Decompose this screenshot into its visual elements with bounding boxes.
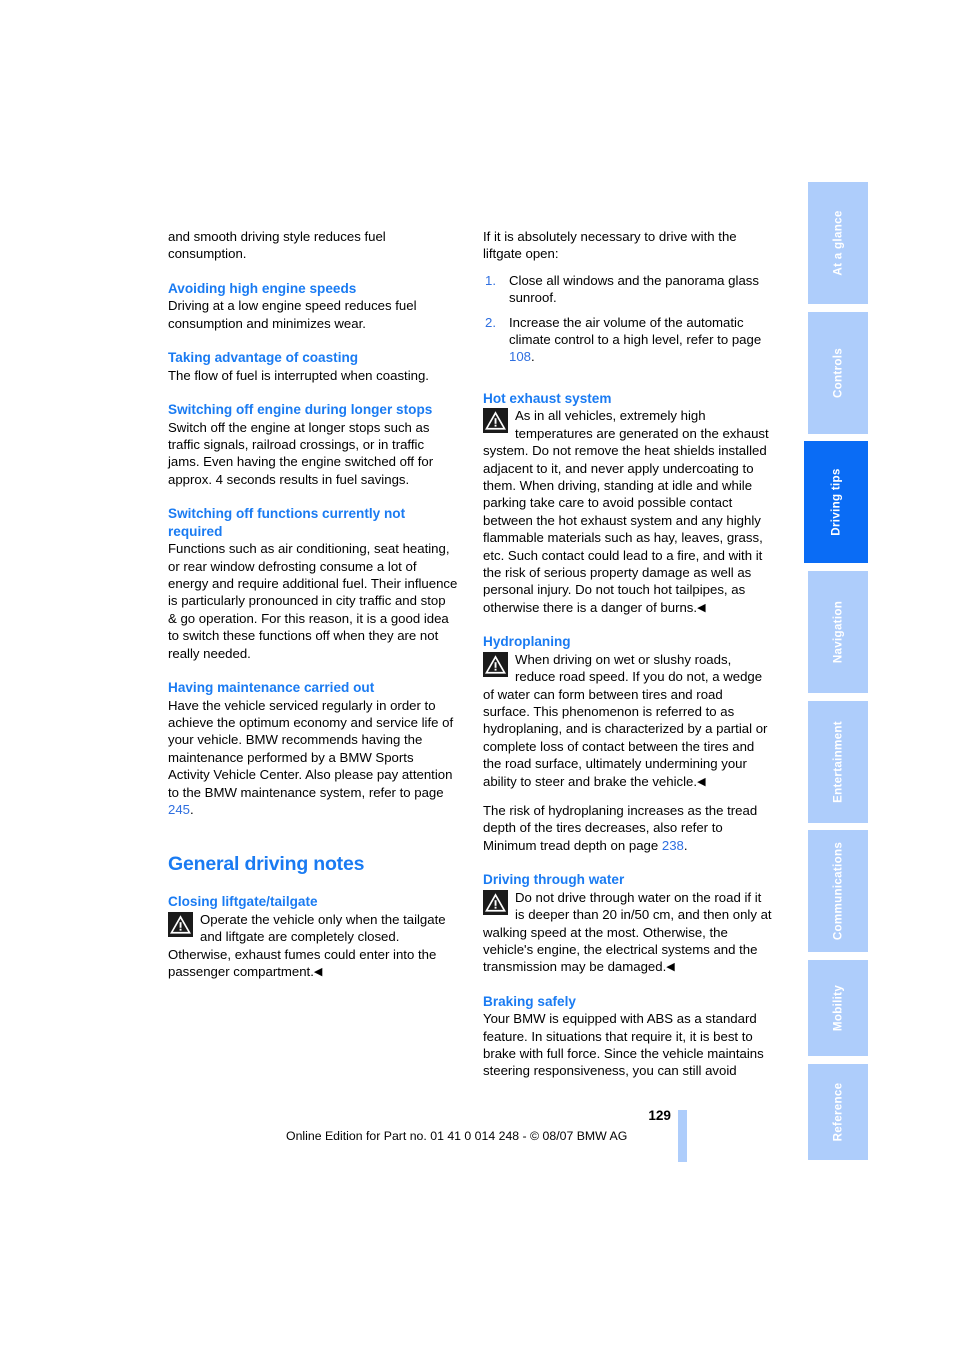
warning-end-mark: ◀: [697, 775, 706, 788]
body-having-maintenance-carried-out: Have the vehicle serviced regularly in o…: [168, 697, 458, 819]
page-footer: 129 Online Edition for Part no. 01 41 0 …: [0, 1108, 954, 1168]
left-text-column: and smooth driving style reduces fuel co…: [168, 228, 458, 980]
hydroplaning-followup-before-ref: The risk of hydroplaning increases as th…: [483, 802, 758, 853]
body-hydroplaning-followup: The risk of hydroplaning increases as th…: [483, 802, 773, 854]
heading-avoiding-high-engine-speeds: Avoiding high engine speeds: [168, 280, 357, 296]
step-number: 1.: [485, 272, 496, 288]
page-reference-238[interactable]: 238: [662, 838, 684, 853]
body-switching-off-functions-currently-not-required: Functions such as air conditioning, seat…: [168, 541, 458, 661]
register-tab-label: Controls: [831, 347, 845, 398]
register-tab-label: Communications: [831, 842, 845, 941]
body-braking-safely: Your BMW is equipped with ABS as a stand…: [483, 1011, 764, 1079]
maintenance-text-after-ref: .: [190, 801, 194, 817]
warning-text-hydroplaning: When driving on wet or slushy roads, red…: [483, 651, 768, 789]
register-tab-label: At a glance: [831, 210, 845, 276]
heading-hydroplaning: Hydroplaning: [483, 634, 571, 650]
maintenance-text-before-ref: Have the vehicle serviced regularly in o…: [168, 697, 454, 800]
register-tab-navigation[interactable]: Navigation: [808, 571, 868, 694]
warning-closing-liftgate-tailgate: Operate the vehicle only when the tailga…: [168, 911, 458, 981]
register-tab-entertainment[interactable]: Entertainment: [808, 700, 868, 823]
warning-end-mark: ◀: [697, 601, 706, 614]
step-text-after-ref: .: [531, 349, 535, 365]
step-text: Close all windows and the panorama glass…: [509, 272, 759, 306]
register-tab-strip: At a glance Controls Driving tips Navigatio…: [804, 182, 868, 1164]
register-tab-label: Mobility: [831, 985, 845, 1032]
warning-text-driving-through-water: Do not drive through water on the road i…: [483, 889, 772, 975]
warning-triangle-icon: [168, 911, 193, 937]
register-tab-label: Driving tips: [829, 468, 843, 537]
register-tab-label: Entertainment: [831, 720, 845, 803]
register-tab-label: Navigation: [831, 600, 845, 664]
warning-driving-through-water: Do not drive through water on the road i…: [483, 889, 773, 976]
warning-end-mark: ◀: [313, 966, 323, 979]
page-number: 129: [648, 1108, 671, 1123]
heading-having-maintenance-carried-out: Having maintenance carried out: [168, 680, 375, 695]
heading-closing-liftgate-tailgate: Closing liftgate/tailgate: [168, 894, 318, 910]
body-taking-advantage-of-coasting: The flow of fuel is interrupted when coa…: [168, 367, 429, 383]
heading-braking-safely: Braking safely: [483, 993, 576, 1009]
page-reference-245[interactable]: 245: [168, 802, 190, 817]
warning-hydroplaning: When driving on wet or slushy roads, red…: [483, 651, 773, 790]
warning-triangle-icon: [483, 651, 508, 677]
step-text: Increase the air volume of the automatic…: [509, 314, 762, 348]
warning-text-hot-exhaust: As in all vehicles, extremely high tempe…: [483, 408, 769, 615]
warning-hot-exhaust-system: As in all vehicles, extremely high tempe…: [483, 407, 773, 616]
register-tab-at-a-glance[interactable]: At a glance: [808, 182, 868, 305]
body-switching-off-engine-during-longer-stops: Switch off the engine at longer stops su…: [168, 419, 434, 487]
numbered-step-list: 1. Close all windows and the panorama gla…: [483, 272, 773, 366]
warning-triangle-icon: [483, 889, 508, 915]
register-tab-controls[interactable]: Controls: [808, 311, 868, 434]
warning-triangle-icon: [483, 408, 508, 434]
page-reference-108[interactable]: 108: [509, 349, 531, 364]
register-tab-driving-tips[interactable]: Driving tips: [804, 441, 868, 564]
register-tab-communications[interactable]: Communications: [808, 830, 868, 953]
right-text-column: If it is absolutely necessary to drive w…: [483, 228, 773, 1080]
manual-page: and smooth driving style reduces fuel co…: [0, 0, 954, 1350]
hydroplaning-followup-after-ref: .: [683, 837, 688, 853]
intro-paragraph: and smooth driving style reduces fuel co…: [168, 229, 386, 262]
heading-driving-through-water: Driving through water: [483, 872, 625, 888]
register-tab-mobility[interactable]: Mobility: [808, 960, 868, 1057]
heading-switching-off-functions-currently-not-required: Switching off functions currently not re…: [168, 506, 406, 539]
heading-switching-off-engine-during-longer-stops: Switching off engine during longer stops: [168, 402, 433, 418]
body-avoiding-high-engine-speeds: Driving at a low engine speed reduces fu…: [168, 298, 417, 331]
list-item: 2. Increase the air volume of the automat…: [483, 314, 773, 366]
chapter-heading-general-driving-notes: General driving notes: [168, 853, 365, 876]
warning-end-mark: ◀: [666, 961, 675, 974]
intro-paragraph-liftgate-open: If it is absolutely necessary to drive w…: [483, 229, 737, 262]
step-number: 2.: [485, 314, 496, 330]
list-item: 1. Close all windows and the panorama gla…: [483, 272, 773, 307]
heading-taking-advantage-of-coasting: Taking advantage of coasting: [168, 350, 359, 366]
warning-text-closing-liftgate: Operate the vehicle only when the tailga…: [168, 911, 446, 980]
edition-notice: Online Edition for Part no. 01 41 0 014 …: [286, 1129, 628, 1143]
heading-hot-exhaust-system: Hot exhaust system: [483, 390, 612, 406]
